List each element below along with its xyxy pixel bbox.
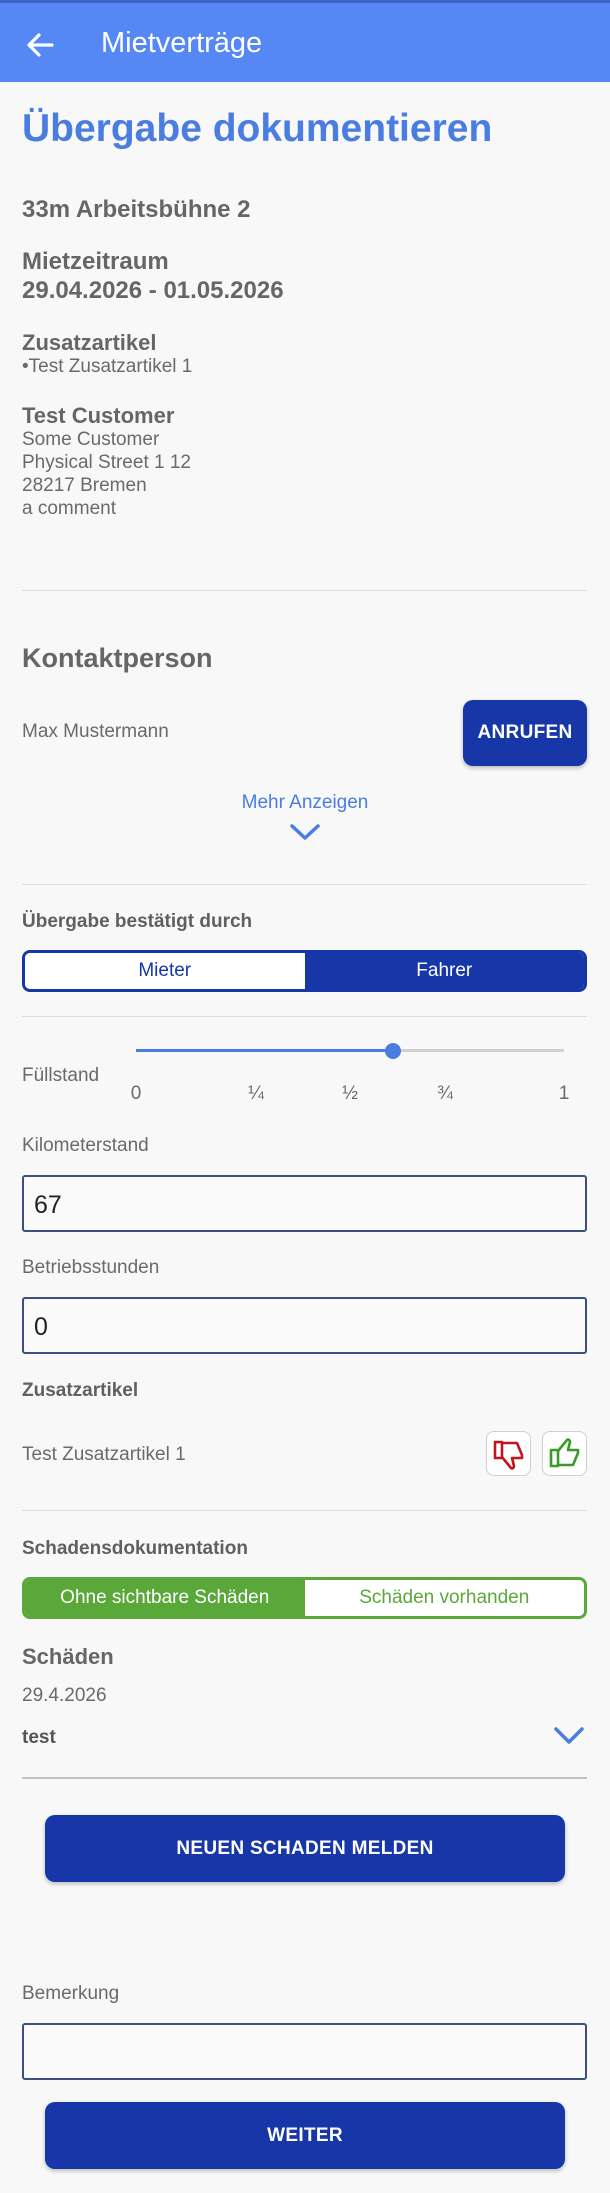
hours-label: Betriebsstunden <box>22 1257 160 1278</box>
period-value: 29.04.2026 - 01.05.2026 <box>22 277 284 304</box>
show-more-link[interactable]: Mehr Anzeigen <box>0 792 610 814</box>
fuel-tick: ¼ <box>248 1083 264 1104</box>
damage-option-none[interactable]: Ohne sichtbare Schäden <box>25 1580 305 1616</box>
fuel-tick: 0 <box>130 1083 142 1104</box>
divider <box>22 590 587 591</box>
thumbs-up-icon <box>549 1437 579 1467</box>
handover-label: Übergabe bestätigt durch <box>22 911 253 932</box>
call-button[interactable]: ANRUFEN <box>463 700 587 766</box>
customer-line: a comment <box>22 498 116 519</box>
next-button[interactable]: WEITER <box>45 2102 565 2169</box>
mileage-input[interactable]: 67 <box>22 1175 587 1232</box>
extras-item: •Test Zusatzartikel 1 <box>22 356 193 377</box>
customer-line: Physical Street 1 12 <box>22 452 191 473</box>
hours-input[interactable]: 0 <box>22 1297 587 1354</box>
damage-date: 29.4.2026 <box>22 1685 107 1706</box>
fuel-label: Füllstand <box>22 1065 100 1086</box>
divider <box>22 1510 587 1511</box>
handover-toggle: Mieter Fahrer <box>22 950 587 992</box>
remark-label: Bemerkung <box>22 1983 120 2004</box>
fuel-slider-thumb[interactable] <box>384 1043 401 1059</box>
divider <box>22 1016 587 1017</box>
fuel-tick: ½ <box>342 1083 358 1104</box>
thumbs-down-icon <box>493 1440 523 1470</box>
extras-check-item: Test Zusatzartikel 1 <box>22 1444 186 1465</box>
handover-option-renter[interactable]: Mieter <box>25 953 305 989</box>
fuel-slider-fill <box>136 1049 393 1052</box>
chevron-down-icon[interactable] <box>289 822 321 842</box>
remark-input[interactable] <box>22 2023 587 2080</box>
damages-list-heading: Schäden <box>22 1644 114 1669</box>
extras-label: Zusatzartikel <box>22 330 157 355</box>
damage-toggle: Ohne sichtbare Schäden Schäden vorhanden <box>22 1577 587 1619</box>
damage-option-present[interactable]: Schäden vorhanden <box>304 1580 584 1616</box>
period-label: Mietzeitraum <box>22 248 169 275</box>
damage-entry-divider <box>22 1777 587 1779</box>
mileage-label: Kilometerstand <box>22 1135 149 1156</box>
thumbs-up-button[interactable] <box>542 1431 587 1476</box>
app-bar-title: Mietverträge <box>101 27 263 59</box>
fuel-slider-track[interactable] <box>136 1049 564 1052</box>
customer-name: Test Customer <box>22 403 175 428</box>
thumbs-down-button[interactable] <box>486 1431 531 1476</box>
extras-check-heading: Zusatzartikel <box>22 1380 139 1401</box>
damage-heading: Schadensdokumentation <box>22 1538 248 1559</box>
damage-entry-title[interactable]: test <box>22 1727 56 1749</box>
machine-name: 33m Arbeitsbühne 2 <box>22 196 251 223</box>
fuel-tick: ¾ <box>437 1083 453 1104</box>
fuel-tick: 1 <box>558 1083 570 1104</box>
customer-line: 28217 Bremen <box>22 475 147 496</box>
customer-line: Some Customer <box>22 429 160 450</box>
divider <box>22 884 587 885</box>
report-damage-button[interactable]: NEUEN SCHADEN MELDEN <box>45 1815 565 1882</box>
chevron-down-icon[interactable] <box>553 1725 585 1747</box>
arrow-left-icon[interactable] <box>24 29 56 61</box>
handover-option-driver[interactable]: Fahrer <box>304 953 584 989</box>
contact-heading: Kontaktperson <box>22 643 213 673</box>
app-bar: Mietverträge <box>0 0 610 82</box>
page-title: Übergabe dokumentieren <box>22 107 493 150</box>
contact-name: Max Mustermann <box>22 721 169 742</box>
